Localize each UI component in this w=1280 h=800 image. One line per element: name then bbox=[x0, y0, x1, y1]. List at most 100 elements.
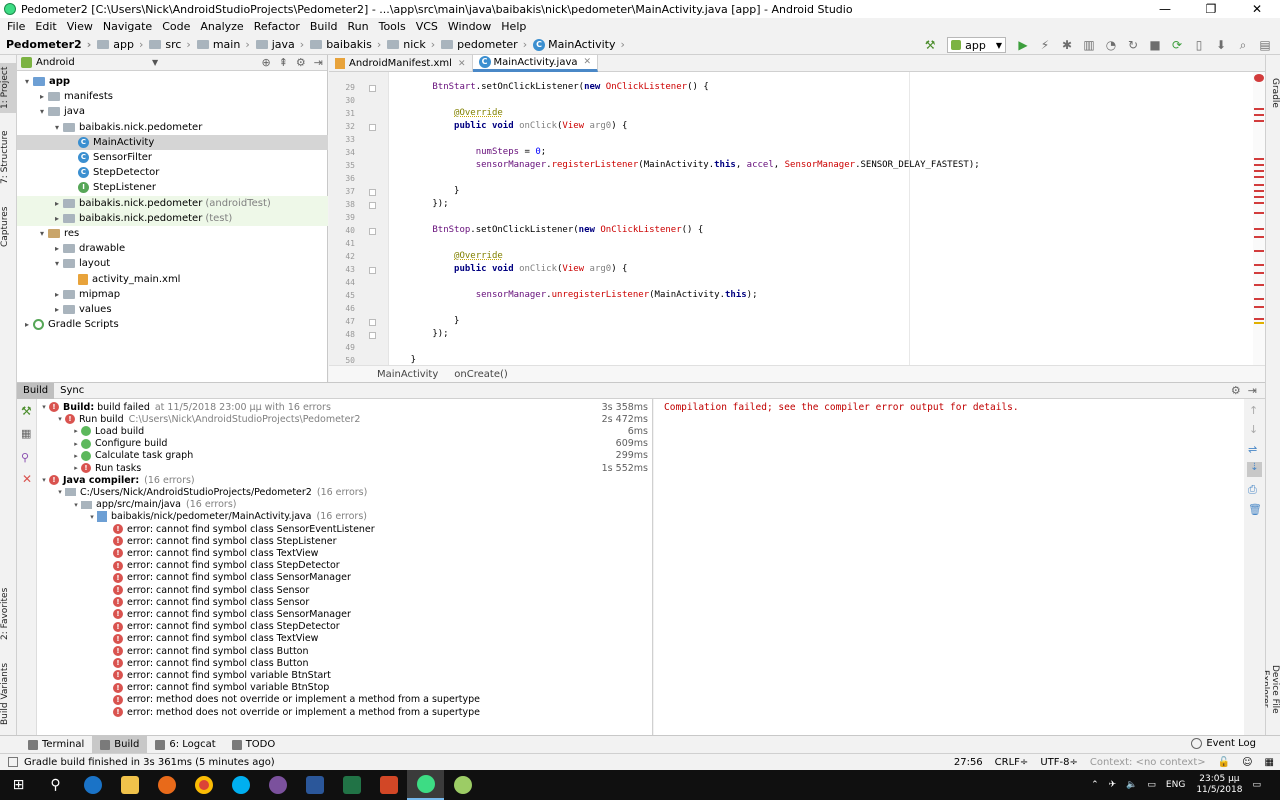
fold-marker-icon[interactable] bbox=[369, 124, 376, 131]
powerpoint-icon[interactable] bbox=[370, 770, 407, 800]
chevron-right-icon[interactable]: ▸ bbox=[71, 427, 81, 435]
scroll-to-end-icon[interactable]: ⇣ bbox=[1247, 462, 1262, 477]
gear-icon[interactable]: ⚙ bbox=[1231, 384, 1241, 397]
captures-tool-tab[interactable]: Captures bbox=[0, 201, 17, 253]
build-tree-row[interactable]: ! error: method does not override or impl… bbox=[37, 706, 652, 718]
tree-item[interactable]: C MainActivity bbox=[17, 134, 328, 150]
build-tree-row[interactable]: ! error: method does not override or impl… bbox=[37, 694, 652, 706]
chrome-icon[interactable] bbox=[185, 770, 222, 800]
inspector-icon[interactable]: ☺ bbox=[1236, 757, 1258, 768]
code-line[interactable]: }); bbox=[389, 329, 448, 339]
firefox-icon[interactable] bbox=[148, 770, 185, 800]
gear-icon[interactable]: ⚙ bbox=[296, 56, 306, 69]
excel-icon[interactable] bbox=[333, 770, 370, 800]
chevron-down-icon[interactable]: ▾ bbox=[55, 415, 65, 423]
fold-marker-icon[interactable] bbox=[369, 332, 376, 339]
tree-item[interactable]: ▸ manifests bbox=[17, 89, 113, 104]
menu-analyze[interactable]: Analyze bbox=[195, 20, 248, 33]
code-line[interactable]: numSteps = 0; bbox=[389, 147, 546, 157]
error-marker[interactable] bbox=[1254, 170, 1264, 172]
error-marker[interactable] bbox=[1254, 212, 1264, 214]
chevron-down-icon[interactable]: ▾ bbox=[21, 77, 33, 86]
breadcrumb-pedometer[interactable]: pedometer › bbox=[438, 38, 530, 51]
chevron-right-icon[interactable]: ▸ bbox=[51, 214, 63, 223]
error-marker[interactable] bbox=[1254, 184, 1264, 186]
tree-item[interactable]: ▾ res bbox=[17, 226, 79, 241]
favorites-tool-tab[interactable]: 2: Favorites bbox=[0, 583, 17, 645]
memory-icon[interactable]: ▦ bbox=[1259, 757, 1280, 768]
breadcrumb-method[interactable]: onCreate() bbox=[454, 369, 508, 380]
error-marker[interactable] bbox=[1254, 176, 1264, 178]
run-config-select[interactable]: app ▼ bbox=[947, 37, 1006, 53]
fold-marker-icon[interactable] bbox=[369, 202, 376, 209]
fold-marker-icon[interactable] bbox=[369, 228, 376, 235]
tree-item[interactable]: ▾ app bbox=[17, 74, 70, 89]
tool-tab-todo[interactable]: TODO bbox=[224, 736, 284, 753]
chevron-down-icon[interactable]: ▾ bbox=[39, 476, 49, 484]
tree-item[interactable]: activity_main.xml bbox=[17, 272, 180, 287]
fold-marker-icon[interactable] bbox=[369, 319, 376, 326]
breadcrumb-java[interactable]: java › bbox=[253, 38, 307, 51]
tree-item[interactable]: ▸ mipmap bbox=[17, 287, 120, 302]
code-line[interactable]: } bbox=[389, 316, 459, 326]
fold-marker-icon[interactable] bbox=[369, 267, 376, 274]
tab-android-manifest[interactable]: AndroidManifest.xml ✕ bbox=[329, 55, 473, 72]
error-marker[interactable] bbox=[1254, 202, 1264, 204]
collapse-all-icon[interactable]: ⇞ bbox=[279, 56, 288, 69]
menu-window[interactable]: Window bbox=[443, 20, 496, 33]
error-marker[interactable] bbox=[1254, 264, 1264, 266]
menu-refactor[interactable]: Refactor bbox=[249, 20, 305, 33]
build-tree-row[interactable]: ▾ baibakis/nick/pedometer/MainActivity.ja… bbox=[37, 511, 652, 523]
build-tree-row[interactable]: ! error: cannot find symbol variable BtnS… bbox=[37, 682, 652, 694]
hammer-icon[interactable]: ⚒ bbox=[21, 404, 32, 418]
attach-debugger-icon[interactable]: ◔ bbox=[1103, 37, 1119, 53]
viber-icon[interactable] bbox=[259, 770, 296, 800]
breadcrumb-class[interactable]: MainActivity bbox=[377, 369, 438, 380]
search-icon[interactable]: ⚲ bbox=[37, 770, 74, 800]
battery-icon[interactable]: ▭ bbox=[1147, 780, 1156, 790]
error-marker[interactable] bbox=[1254, 306, 1264, 308]
minimize-button[interactable]: — bbox=[1142, 0, 1188, 18]
pin-icon[interactable]: ⚲ bbox=[21, 451, 29, 464]
build-tree-row[interactable]: ! error: cannot find symbol class StepDet… bbox=[37, 560, 652, 572]
chevron-right-icon[interactable]: ▸ bbox=[71, 452, 81, 460]
build-tree-row[interactable]: ! error: cannot find symbol class Button bbox=[37, 645, 652, 657]
run-icon[interactable]: ▶ bbox=[1015, 37, 1031, 53]
chevron-down-icon[interactable]: ▾ bbox=[71, 501, 81, 509]
build-tree-row[interactable]: ▸! Run tasks 1s 552ms bbox=[37, 462, 652, 474]
close-icon[interactable]: ✕ bbox=[22, 472, 32, 486]
menu-code[interactable]: Code bbox=[157, 20, 195, 33]
structure-tool-tab[interactable]: 7: Structure bbox=[0, 127, 17, 187]
code-line[interactable]: BtnStart.setOnClickListener(new OnClickL… bbox=[389, 82, 708, 92]
file-explorer-icon[interactable] bbox=[111, 770, 148, 800]
error-marker[interactable] bbox=[1254, 298, 1264, 300]
error-marker[interactable] bbox=[1254, 120, 1264, 122]
edge-icon[interactable] bbox=[74, 770, 111, 800]
event-log-button[interactable]: Event Log bbox=[1191, 738, 1256, 749]
android-studio-taskbar-icon[interactable] bbox=[407, 770, 444, 800]
error-marker[interactable] bbox=[1254, 250, 1264, 252]
line-separator[interactable]: CRLF÷ bbox=[989, 757, 1035, 768]
tool-tab-terminal[interactable]: Terminal bbox=[20, 736, 92, 753]
chevron-right-icon[interactable]: ▸ bbox=[51, 290, 63, 299]
tree-item[interactable]: I StepListener bbox=[17, 180, 156, 195]
rerun-icon[interactable]: ↻ bbox=[1125, 37, 1141, 53]
build-variants-tool-tab[interactable]: Build Variants bbox=[0, 659, 17, 729]
code-line[interactable]: sensorManager.unregisterListener(MainAct… bbox=[389, 290, 758, 300]
error-marker[interactable] bbox=[1254, 322, 1264, 324]
chevron-right-icon[interactable]: ▸ bbox=[51, 244, 63, 253]
tree-item[interactable]: ▸ values bbox=[17, 302, 112, 317]
code-line[interactable]: BtnStop.setOnClickListener(new OnClickLi… bbox=[389, 225, 703, 235]
show-hidden-icons[interactable]: ⌃ bbox=[1091, 780, 1099, 790]
breadcrumb-pedometer2[interactable]: Pedometer2 › bbox=[0, 38, 94, 51]
help-icon[interactable]: ▤ bbox=[1257, 37, 1273, 53]
tree-item[interactable]: ▾ java bbox=[17, 104, 85, 119]
project-view-select[interactable]: Android bbox=[36, 57, 75, 68]
error-marker[interactable] bbox=[1254, 228, 1264, 230]
gradle-tool-tab[interactable]: Gradle bbox=[1265, 73, 1280, 113]
sync-scroll-icon[interactable]: ⊕ bbox=[261, 56, 270, 69]
breadcrumb-main[interactable]: main › bbox=[194, 38, 253, 51]
tree-item[interactable]: ▸ baibakis.nick.pedometer (test) bbox=[17, 210, 328, 226]
avd-manager-icon[interactable]: ▯ bbox=[1191, 37, 1207, 53]
notifications-icon[interactable]: ▭ bbox=[1252, 780, 1261, 790]
